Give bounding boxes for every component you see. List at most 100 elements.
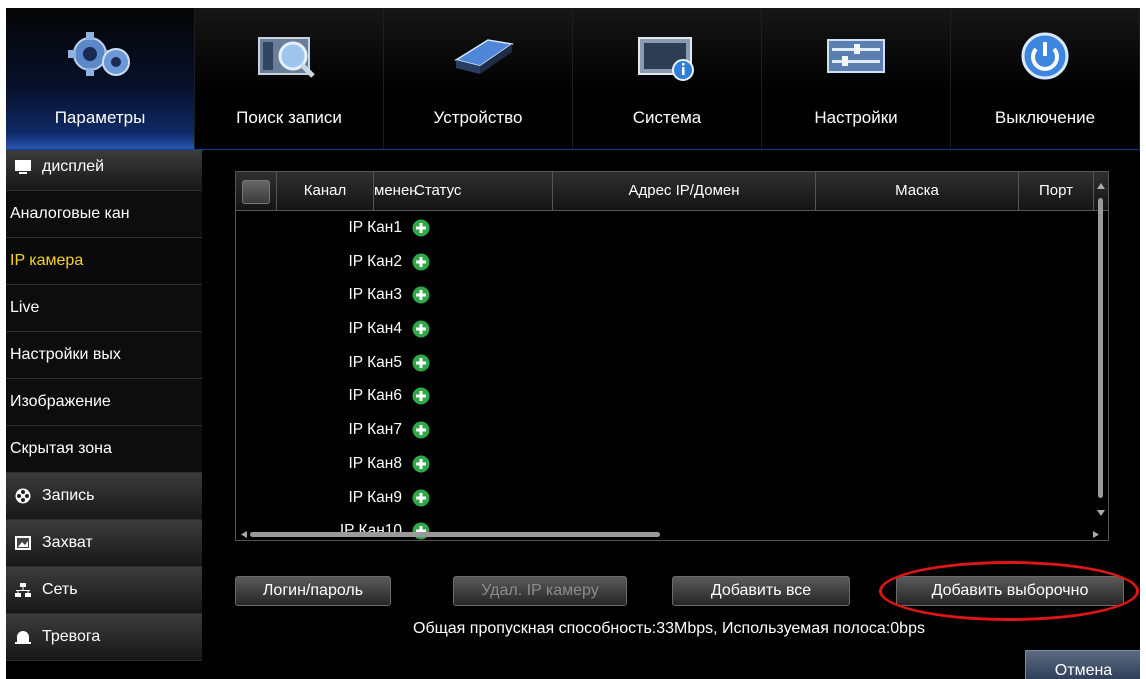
sidebar-item-label: Изображение: [10, 393, 111, 410]
channel-name: IP Кан2: [348, 252, 402, 270]
sidebar-item-live[interactable]: Live: [6, 285, 202, 332]
add-channel-icon[interactable]: [412, 387, 430, 405]
column-header-status[interactable]: Статус: [414, 172, 553, 210]
network-icon: [15, 582, 31, 597]
toolbar-label: Параметры: [54, 108, 146, 127]
vertical-scroll-thumb[interactable]: [1098, 198, 1103, 498]
sidebar-item-ip-camera[interactable]: IP камера: [6, 238, 202, 285]
channel-name: IP Кан1: [348, 219, 402, 236]
toolbar-system[interactable]: Система: [573, 8, 762, 150]
sliders-icon: [827, 39, 885, 73]
add-channel-icon[interactable]: [412, 286, 430, 304]
toolbar-label: Поиск записи: [236, 108, 342, 127]
add-channel-icon[interactable]: [412, 320, 430, 338]
add-channel-icon[interactable]: [412, 253, 430, 271]
dvr-window: Параметры Поиск записи Устройство Систем…: [6, 8, 1140, 679]
column-header-channel[interactable]: Канал: [277, 172, 374, 210]
toolbar-settings[interactable]: Настройки: [762, 8, 951, 150]
table-row[interactable]: IP Кан9: [236, 481, 436, 515]
select-all-cell: [236, 172, 277, 210]
add-all-button[interactable]: Добавить все: [672, 576, 850, 606]
scroll-right-icon[interactable]: [1092, 530, 1100, 539]
column-header-ip-domain[interactable]: Адрес IP/Домен: [553, 172, 816, 210]
login-password-button[interactable]: Логин/пароль: [235, 576, 391, 606]
sidebar-item-label: Тревога: [42, 628, 101, 645]
film-reel-icon: [15, 488, 31, 504]
sidebar-item-label: Аналоговые кан: [10, 205, 130, 222]
cancel-button[interactable]: Отмена: [1025, 650, 1140, 679]
table-row[interactable]: IP Кан3: [236, 278, 436, 312]
sidebar-item-privacy-zone[interactable]: Скрытая зона: [6, 426, 202, 473]
column-header-port[interactable]: Порт: [1019, 172, 1094, 210]
main-toolbar: Параметры Поиск записи Устройство Систем…: [6, 8, 1140, 150]
channel-name: IP Кан9: [348, 488, 402, 506]
sidebar-item-label: Запись: [42, 487, 95, 504]
sidebar-item-capture[interactable]: Захват: [6, 520, 202, 567]
scroll-left-icon[interactable]: [240, 530, 248, 539]
sidebar-item-output-settings[interactable]: Настройки вых: [6, 332, 202, 379]
power-icon: [1021, 32, 1069, 80]
horizontal-scroll-thumb[interactable]: [250, 532, 660, 537]
system-info-icon: [638, 37, 694, 81]
scroll-down-icon[interactable]: [1096, 509, 1106, 517]
scroll-up-icon[interactable]: [1096, 182, 1106, 190]
capture-icon: [15, 535, 31, 550]
sidebar-item-label: Скрытая зона: [10, 440, 112, 457]
channel-name: IP Кан7: [348, 421, 402, 439]
vertical-scrollbar[interactable]: [1096, 176, 1106, 536]
sidebar-item-label: Настройки вых: [10, 346, 121, 363]
toolbar-device[interactable]: Устройство: [384, 8, 573, 150]
channel-name: IP Кан4: [348, 320, 402, 338]
sidebar-item-label: Live: [10, 299, 40, 316]
table-row[interactable]: IP Кан2: [236, 245, 436, 279]
add-channel-icon[interactable]: [412, 219, 430, 237]
highlight-ring: [879, 561, 1139, 621]
channel-name: IP Кан3: [348, 286, 402, 304]
channel-name: IP Кан5: [348, 353, 402, 371]
sidebar-item-analog-channels[interactable]: Аналоговые кан: [6, 191, 202, 238]
hdd-icon: [454, 39, 514, 74]
add-channel-icon[interactable]: [412, 489, 430, 507]
sidebar-item-label: IP камера: [10, 252, 84, 269]
toolbar-label: Система: [632, 108, 702, 127]
column-header-edit[interactable]: менен: [374, 172, 416, 210]
sidebar-item-label: Сеть: [42, 581, 78, 598]
sidebar-item-network[interactable]: Сеть: [6, 567, 202, 614]
add-channel-icon[interactable]: [412, 455, 430, 473]
add-channel-icon[interactable]: [412, 354, 430, 372]
monitor-icon: [15, 159, 31, 174]
sidebar-item-image[interactable]: Изображение: [6, 379, 202, 426]
column-header-mask[interactable]: Маска: [816, 172, 1019, 210]
toolbar-label: Устройство: [433, 108, 523, 127]
table-row[interactable]: IP Кан5: [236, 346, 436, 380]
sidebar-item-display[interactable]: дисплей: [6, 150, 202, 191]
toolbar-label: Выключение: [994, 108, 1096, 127]
sidebar-item-alarm[interactable]: Тревога: [6, 614, 202, 661]
sidebar-item-label: Захват: [42, 534, 93, 551]
bandwidth-status: Общая пропускная способность:33Mbps, Исп…: [413, 620, 925, 637]
horizontal-scrollbar[interactable]: [240, 529, 1100, 539]
sidebar-item-label: дисплей: [42, 158, 105, 175]
table-row[interactable]: IP Кан1: [236, 211, 436, 245]
search-record-icon: [258, 37, 315, 78]
select-all-checkbox[interactable]: [242, 180, 270, 204]
ip-camera-table: Канал менен Статус Адрес IP/Домен Маска …: [235, 171, 1109, 541]
delete-ip-camera-button[interactable]: Удал. IP камеру: [453, 576, 627, 606]
table-row[interactable]: IP Кан4: [236, 312, 436, 346]
toolbar-label: Настройки: [814, 108, 898, 127]
table-row[interactable]: IP Кан6: [236, 379, 436, 413]
alarm-icon: [15, 630, 31, 644]
table-row[interactable]: IP Кан7: [236, 413, 436, 447]
table-rows: IP Кан1 IP Кан2 IP Кан3 IP Кан4 IP Кан5 …: [236, 211, 436, 548]
add-channel-icon[interactable]: [412, 421, 430, 439]
gears-icon: [68, 32, 130, 76]
sidebar-item-record[interactable]: Запись: [6, 473, 202, 520]
ip-camera-panel: Канал менен Статус Адрес IP/Домен Маска …: [203, 150, 1140, 679]
channel-name: IP Кан6: [348, 387, 402, 405]
table-row[interactable]: IP Кан8: [236, 447, 436, 481]
toolbar-search-record[interactable]: Поиск записи: [195, 8, 384, 150]
channel-name: IP Кан8: [348, 454, 402, 472]
table-header: Канал менен Статус Адрес IP/Домен Маска …: [236, 172, 1108, 211]
toolbar-shutdown[interactable]: Выключение: [951, 8, 1140, 150]
toolbar-parameters[interactable]: Параметры: [6, 8, 195, 150]
